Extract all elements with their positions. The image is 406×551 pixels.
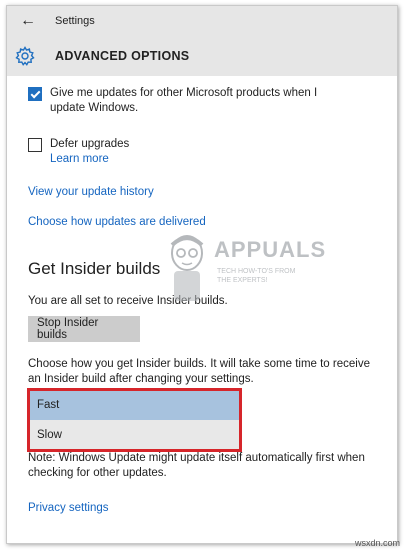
defer-upgrades-label: Defer upgrades bbox=[50, 138, 130, 150]
privacy-settings-link[interactable]: Privacy settings bbox=[28, 502, 109, 514]
view-update-history-link[interactable]: View your update history bbox=[28, 186, 154, 198]
window-title: Settings bbox=[55, 15, 95, 27]
page-title: ADVANCED OPTIONS bbox=[55, 49, 190, 63]
microsoft-updates-label: Give me updates for other Microsoft prod… bbox=[50, 87, 318, 114]
insider-ring-dropdown[interactable]: Fast Slow bbox=[28, 390, 239, 450]
settings-content: Give me updates for other Microsoft prod… bbox=[7, 76, 397, 543]
defer-upgrades-checkbox[interactable] bbox=[28, 138, 42, 152]
ring-option-slow[interactable]: Slow bbox=[28, 420, 239, 450]
appuals-watermark: APPUALS TECH HOW-TO'S FROM THE EXPERTS! bbox=[162, 231, 325, 331]
insider-heading: Get Insider builds bbox=[28, 259, 161, 278]
learn-more-link[interactable]: Learn more bbox=[50, 153, 109, 165]
title-bar: ← Settings bbox=[7, 6, 397, 36]
ring-option-fast[interactable]: Fast bbox=[28, 390, 239, 420]
choose-delivery-link[interactable]: Choose how updates are delivered bbox=[28, 216, 206, 228]
site-credit: wsxdn.com bbox=[354, 538, 400, 548]
page-header: ADVANCED OPTIONS bbox=[7, 36, 397, 76]
back-button[interactable]: ← bbox=[7, 6, 49, 36]
mascot-logo-icon bbox=[170, 235, 204, 301]
gear-icon bbox=[15, 46, 35, 66]
watermark-tagline: TECH HOW-TO'S FROM THE EXPERTS! bbox=[217, 268, 296, 284]
settings-window: ← Settings ADVANCED OPTIONS Give me upda… bbox=[6, 5, 398, 544]
update-note-text: Note: Windows Update might update itself… bbox=[28, 452, 365, 479]
watermark-brand: APPUALS bbox=[214, 237, 327, 262]
back-arrow-icon: ← bbox=[20, 12, 36, 29]
stop-insider-builds-button[interactable]: Stop Insider builds bbox=[28, 316, 140, 342]
insider-choose-text: Choose how you get Insider builds. It wi… bbox=[28, 358, 370, 385]
microsoft-updates-checkbox[interactable] bbox=[28, 87, 42, 101]
